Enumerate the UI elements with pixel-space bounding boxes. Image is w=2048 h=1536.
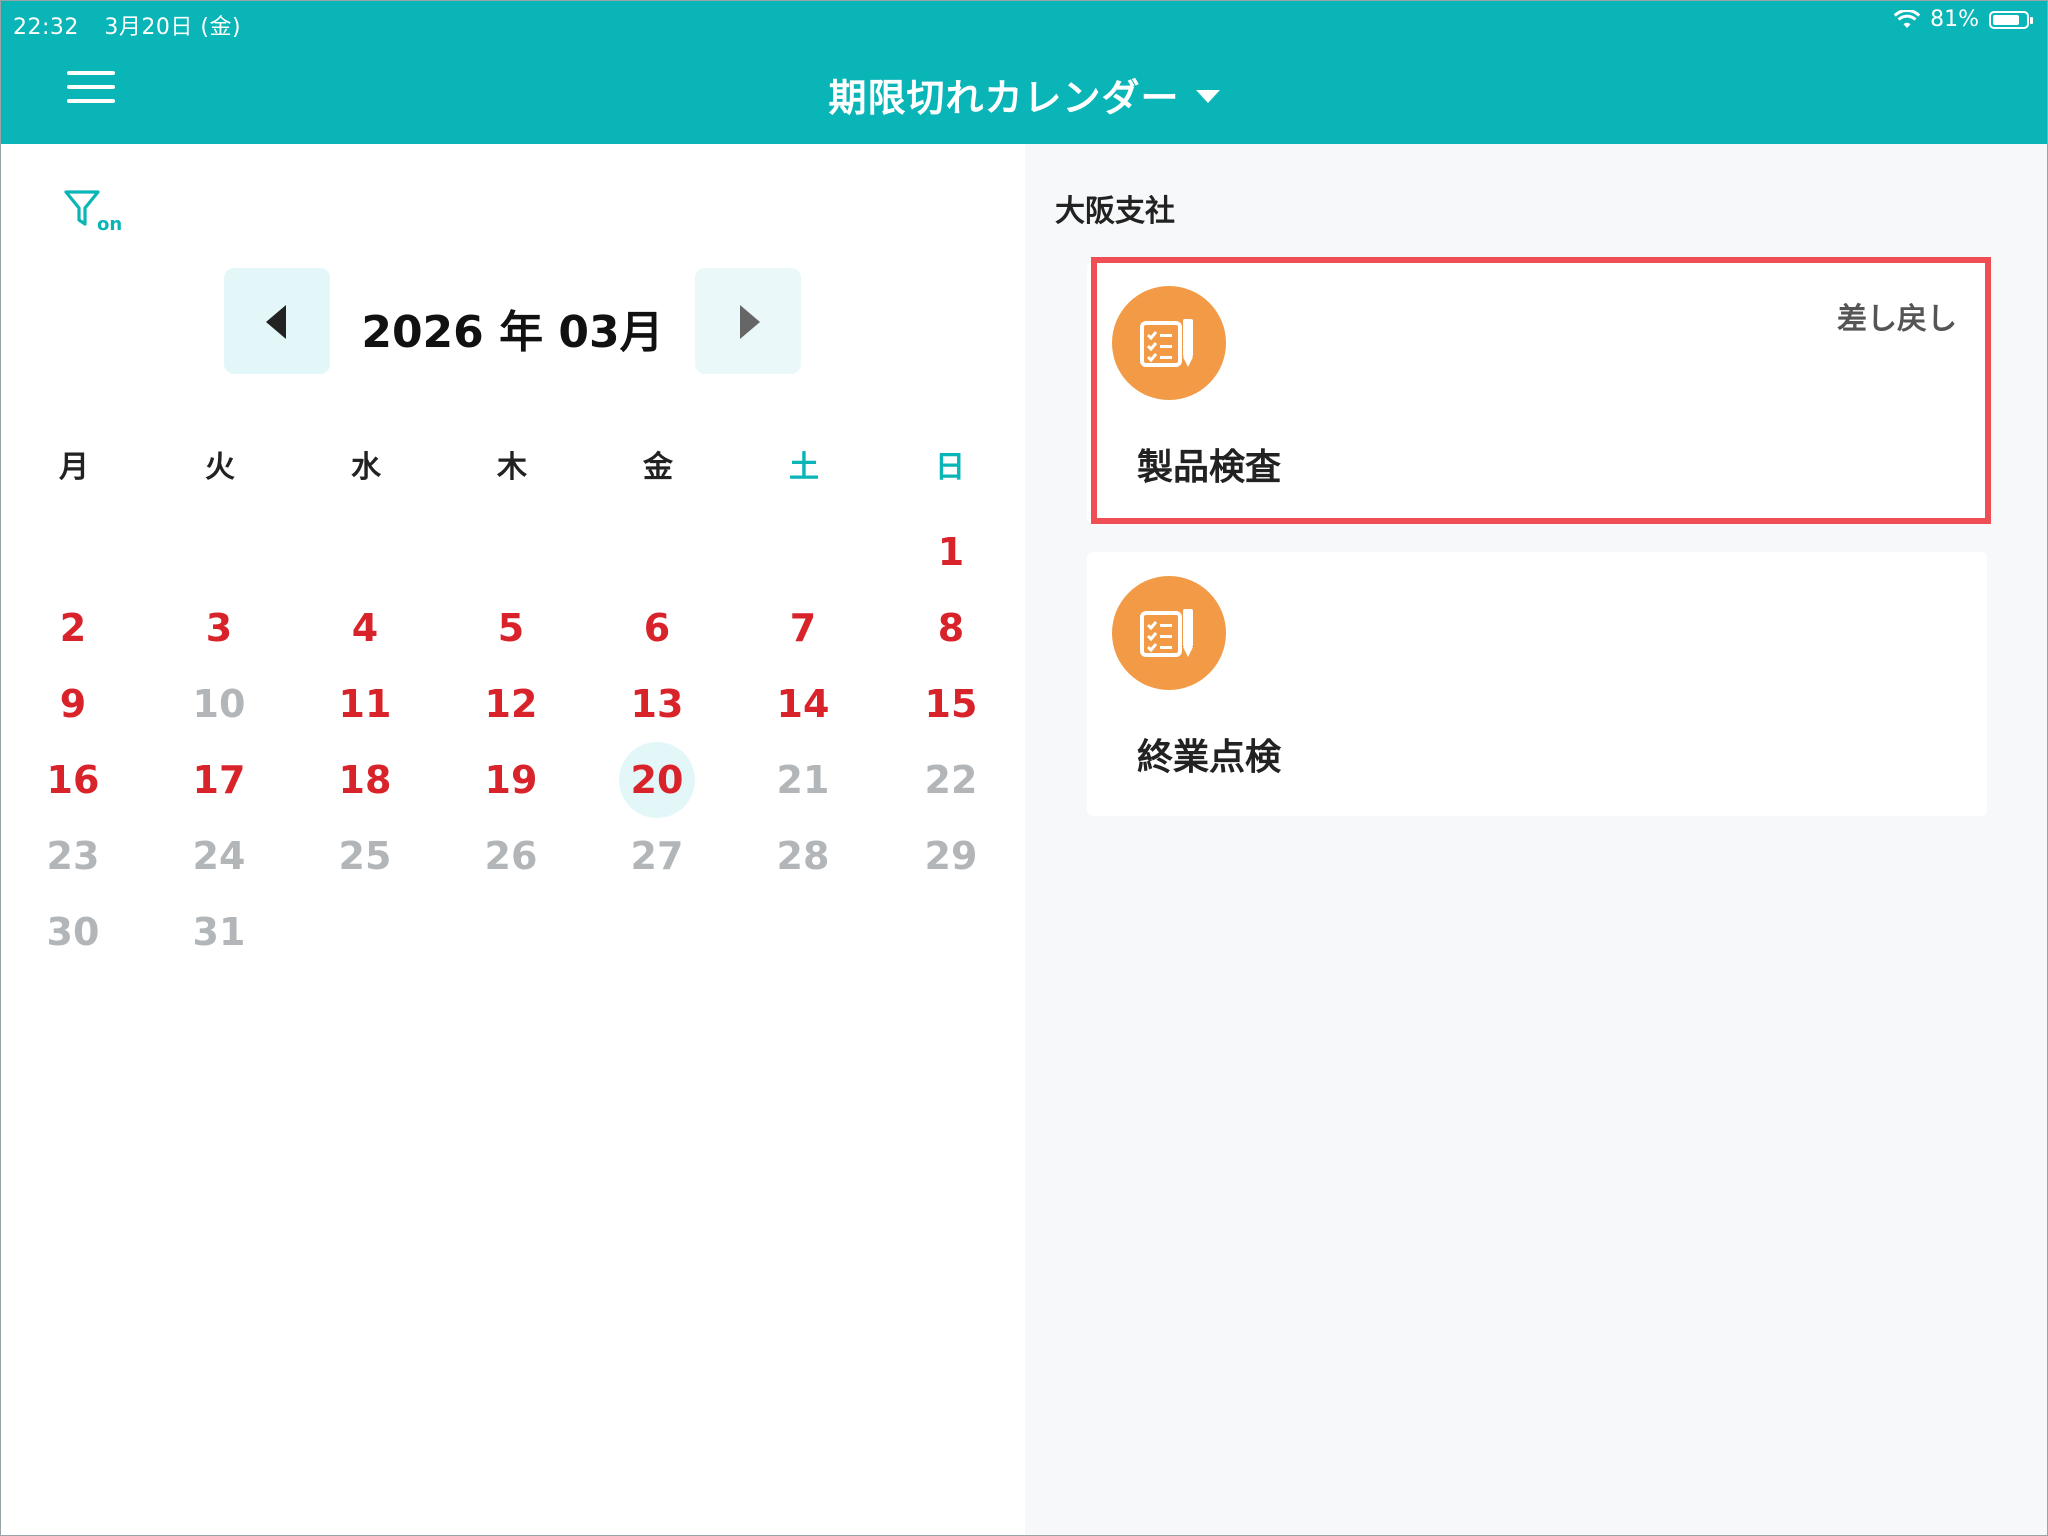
calendar-day[interactable]: 3: [181, 590, 257, 666]
status-bar: 22:32 3月20日 (金): [13, 9, 259, 41]
calendar-day[interactable]: 15: [913, 666, 989, 742]
calendar-day[interactable]: 24: [181, 818, 257, 894]
top-bar: 22:32 3月20日 (金) 81% 期限切れカレンダー: [1, 1, 2047, 144]
calendar-day[interactable]: 4: [327, 590, 403, 666]
calendar-day[interactable]: 28: [765, 818, 841, 894]
calendar-day[interactable]: 12: [473, 666, 549, 742]
calendar-day[interactable]: 17: [181, 742, 257, 818]
calendar-day[interactable]: 8: [913, 590, 989, 666]
weekday-label: 金: [643, 450, 673, 485]
calendar-day[interactable]: 7: [765, 590, 841, 666]
caret-down-icon: [1195, 90, 1220, 103]
weekday-label: 火: [205, 450, 235, 485]
prev-month-button[interactable]: [224, 268, 330, 374]
calendar-day-today[interactable]: 20: [619, 742, 695, 818]
app-window: 22:32 3月20日 (金) 81% 期限切れカレンダー on 2026 年 …: [0, 0, 2048, 1536]
page-title: 期限切れカレンダー: [828, 76, 1180, 120]
calendar-day[interactable]: 10: [181, 666, 257, 742]
calendar-day[interactable]: 27: [619, 818, 695, 894]
weekday-label: 日: [935, 450, 965, 485]
battery-fill: [1993, 14, 2019, 25]
calendar-day[interactable]: 5: [473, 590, 549, 666]
calendar-day[interactable]: 30: [35, 894, 111, 970]
weekday-label: 月: [59, 450, 89, 485]
calendar-day[interactable]: 18: [327, 742, 403, 818]
status-date: 3月20日 (金): [104, 15, 242, 40]
month-navigator: 2026 年 03月: [1, 268, 1025, 376]
calendar-day[interactable]: 19: [473, 742, 549, 818]
checklist-icon: [1112, 286, 1226, 400]
filter-icon: [64, 190, 100, 226]
task-title: 終業点検: [1137, 737, 1282, 778]
calendar-day[interactable]: 31: [181, 894, 257, 970]
calendar-day[interactable]: 1: [913, 514, 989, 590]
calendar-day[interactable]: 13: [619, 666, 695, 742]
weekday-header: 月 火 水 木 金 土 日: [1, 442, 1025, 485]
weekday-label: 土: [789, 450, 819, 485]
weekday-label: 木: [497, 450, 527, 485]
battery-icon: [1989, 10, 2033, 29]
status-badge: 差し戻し: [1837, 302, 1957, 337]
calendar-day[interactable]: 25: [327, 818, 403, 894]
task-card[interactable]: 差し戻し 製品検査: [1087, 262, 1987, 524]
task-list-pane: 大阪支社 差し戻し 製品検査 終業点検: [1025, 144, 2047, 1535]
calendar-day[interactable]: 6: [619, 590, 695, 666]
calendar-day[interactable]: 23: [35, 818, 111, 894]
calendar-day[interactable]: 16: [35, 742, 111, 818]
calendar-day[interactable]: 2: [35, 590, 111, 666]
battery-percent: 81%: [1930, 7, 1979, 32]
calendar-pane: on 2026 年 03月 月 火 水 木 金 土 日 1 2 3 4 5 6 …: [1, 144, 1025, 1535]
branch-label: 大阪支社: [1055, 194, 1175, 229]
month-label: 2026 年 03月: [361, 307, 664, 358]
calendar-day[interactable]: 26: [473, 818, 549, 894]
status-time: 22:32: [13, 15, 79, 40]
page-title-dropdown[interactable]: 期限切れカレンダー: [1, 67, 2047, 122]
calendar-day[interactable]: 29: [913, 818, 989, 894]
calendar-day[interactable]: 22: [913, 742, 989, 818]
calendar-day[interactable]: 11: [327, 666, 403, 742]
wifi-icon: [1894, 9, 1921, 28]
chevron-right-icon: [740, 305, 760, 339]
calendar-day[interactable]: 14: [765, 666, 841, 742]
status-right: 81%: [1894, 7, 2033, 32]
calendar-day[interactable]: 9: [35, 666, 111, 742]
calendar-day[interactable]: 21: [765, 742, 841, 818]
chevron-left-icon: [266, 305, 286, 339]
task-card[interactable]: 終業点検: [1087, 552, 1987, 816]
checklist-icon: [1112, 576, 1226, 690]
weekday-label: 水: [351, 450, 381, 485]
filter-on-badge: on: [97, 214, 123, 235]
task-title: 製品検査: [1137, 447, 1282, 488]
filter-button[interactable]: on: [63, 188, 133, 238]
next-month-button[interactable]: [695, 268, 801, 374]
